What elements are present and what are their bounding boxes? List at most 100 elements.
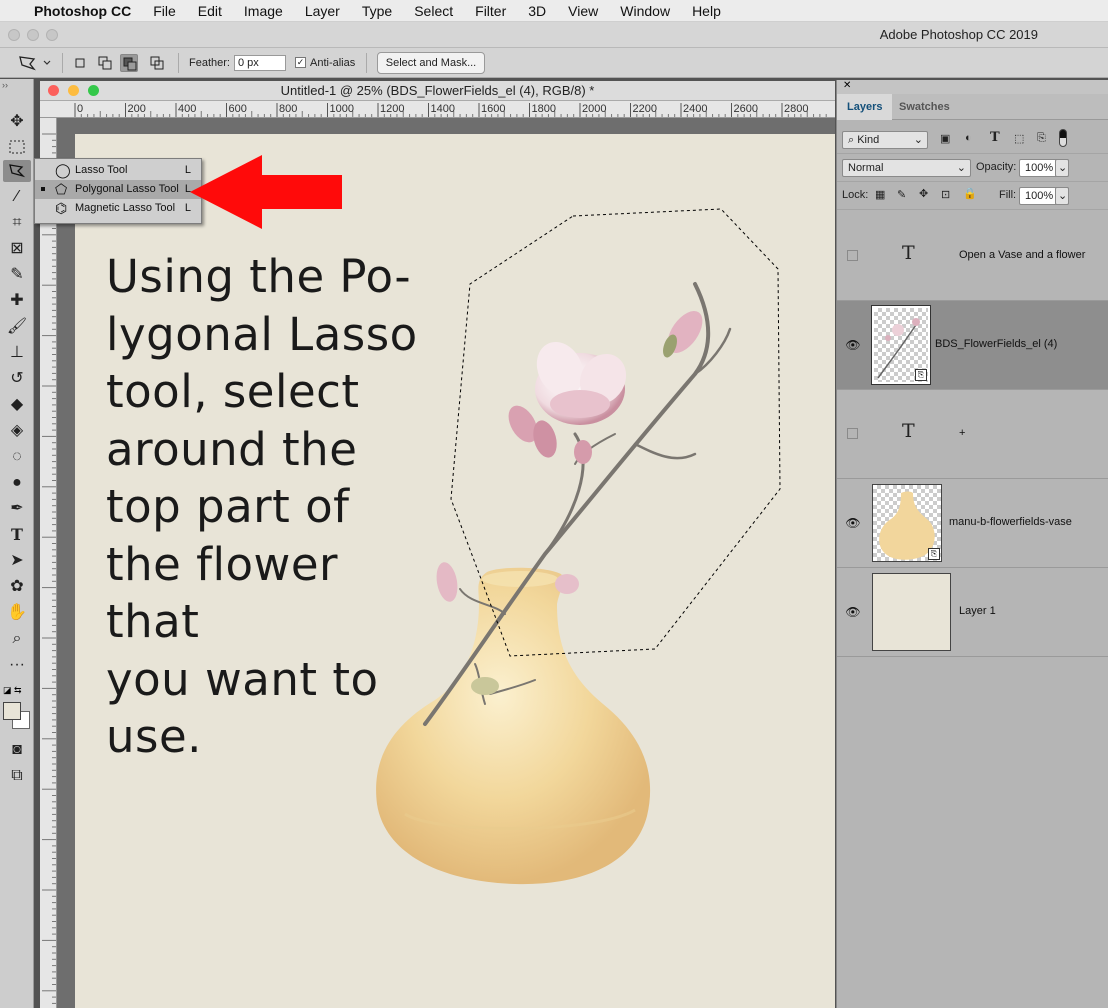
layer-row[interactable]: 👁 Layer 1 <box>837 568 1108 657</box>
menu-window[interactable]: Window <box>620 3 670 19</box>
window-minimize-button[interactable] <box>27 29 39 41</box>
layer-row[interactable]: T + <box>837 390 1108 479</box>
quick-mask-icon[interactable]: ◙ <box>3 739 31 761</box>
crop-tool-icon[interactable]: ⌗ <box>3 212 31 234</box>
visibility-toggle-off[interactable] <box>847 250 858 261</box>
menu-help[interactable]: Help <box>692 3 721 19</box>
menu-filter[interactable]: Filter <box>475 3 506 19</box>
visibility-toggle-off[interactable] <box>847 428 858 439</box>
filter-pixel-icon[interactable]: ▣ <box>940 132 950 145</box>
magic-wand-icon[interactable]: ⁄ <box>3 186 31 208</box>
ruler-tick-label: 800 <box>279 103 297 115</box>
lasso-tool-icon[interactable] <box>3 160 31 182</box>
frame-tool-icon[interactable]: ⊠ <box>3 238 31 260</box>
layer-thumbnail <box>872 573 951 651</box>
eraser-icon[interactable]: ◆ <box>3 394 31 416</box>
tab-swatches[interactable]: Swatches <box>889 94 960 120</box>
more-tools-icon[interactable]: ··· <box>3 654 31 676</box>
brush-tool-icon[interactable]: 🖌 <box>3 316 31 338</box>
layer-filter-row: ⌕ Kind ⌄ ▣ ◐ T ⬚ ⎘ <box>837 126 1108 154</box>
eye-icon[interactable]: 👁 <box>845 516 861 530</box>
layer-name[interactable]: manu-b-flowerfields-vase <box>949 516 1072 528</box>
lock-position-icon[interactable]: ✥ <box>919 187 928 200</box>
filter-type-icon[interactable]: T <box>990 130 1000 145</box>
default-colors-icon[interactable]: ◪ ⇆ <box>3 685 22 696</box>
lock-artboard-icon[interactable]: ⊡ <box>941 188 950 201</box>
window-close-button[interactable] <box>8 29 20 41</box>
healing-brush-icon[interactable]: ✚ <box>3 290 31 312</box>
fill-dropdown-button[interactable]: ⌄ <box>1055 187 1069 205</box>
menu-view[interactable]: View <box>568 3 598 19</box>
lock-transparent-icon[interactable]: ▦ <box>875 188 885 201</box>
eyedropper-icon[interactable]: ✎ <box>3 264 31 286</box>
flyout-polygonal-lasso-tool[interactable]: ⬠ Polygonal Lasso Tool L <box>35 180 201 199</box>
menu-file[interactable]: File <box>153 3 176 19</box>
pen-tool-icon[interactable]: ✒ <box>3 498 31 520</box>
lock-label: Lock: <box>842 189 869 201</box>
ruler-horizontal[interactable]: 0 200 400 600 800 1000 1200 1400 1600 1800 2000 220… <box>40 101 835 118</box>
dodge-tool-icon[interactable]: ● <box>3 472 31 494</box>
tab-layers[interactable]: Layers <box>837 94 893 120</box>
marquee-tool-icon[interactable] <box>3 136 31 158</box>
antialias-checkbox[interactable]: ✓ <box>295 57 306 68</box>
options-bar: Feather: 0 px ✓ Anti-alias Select and Ma… <box>0 48 1108 78</box>
paint-bucket-icon[interactable]: ◈ <box>3 420 31 442</box>
layer-name[interactable]: Layer 1 <box>959 605 996 617</box>
filter-shape-icon[interactable]: ⬚ <box>1014 132 1024 145</box>
menu-app-name[interactable]: Photoshop CC <box>34 3 131 19</box>
layer-row[interactable]: 👁 ⎘ BDS_FlowerFields_el (4) <box>837 301 1108 390</box>
layer-name[interactable]: BDS_FlowerFields_el (4) <box>935 338 1057 350</box>
flyout-magnetic-lasso-tool[interactable]: ⌬ Magnetic Lasso Tool L <box>35 199 201 218</box>
layer-name[interactable]: Open a Vase and a flower <box>959 249 1085 261</box>
filter-adjustment-icon[interactable]: ◐ <box>965 132 972 144</box>
layer-name[interactable]: + <box>959 427 965 439</box>
zoom-tool-icon[interactable]: ⌕ <box>3 628 31 650</box>
ruler-left-ticks <box>42 133 56 1004</box>
clone-stamp-icon[interactable]: ⊥ <box>3 342 31 364</box>
eye-icon[interactable]: 👁 <box>845 338 861 352</box>
chevron-down-icon: ⌄ <box>913 134 923 146</box>
path-selection-icon[interactable]: ➤ <box>3 550 31 572</box>
menu-type[interactable]: Type <box>362 3 392 19</box>
subtract-from-selection-icon[interactable] <box>120 54 138 72</box>
add-to-selection-icon[interactable] <box>96 54 114 72</box>
tool-preset-picker[interactable] <box>16 53 52 73</box>
filter-toggle-icon[interactable] <box>1059 129 1067 147</box>
instruction-line: the flower that <box>106 537 339 649</box>
history-brush-icon[interactable]: ↺ <box>3 368 31 390</box>
menu-3d[interactable]: 3D <box>528 3 546 19</box>
hand-tool-icon[interactable]: ✋ <box>3 602 31 624</box>
layer-row[interactable]: T Open a Vase and a flower <box>837 212 1108 301</box>
filter-smart-object-icon[interactable]: ⎘ <box>1037 132 1046 145</box>
blur-tool-icon[interactable]: ◌ <box>3 446 31 468</box>
type-tool-icon[interactable]: T <box>3 524 31 546</box>
menu-layer[interactable]: Layer <box>305 3 340 19</box>
menu-edit[interactable]: Edit <box>198 3 222 19</box>
filter-kind-dropdown[interactable]: ⌕ Kind ⌄ <box>842 131 928 149</box>
screen-mode-icon[interactable]: ⧉ <box>3 765 31 787</box>
custom-shape-icon[interactable]: ✿ <box>3 576 31 598</box>
close-panel-icon[interactable]: ✕ <box>843 80 851 91</box>
select-and-mask-button[interactable]: Select and Mask... <box>377 52 485 74</box>
flyout-lasso-tool[interactable]: ◯ Lasso Tool L <box>35 161 201 180</box>
feather-input[interactable]: 0 px <box>234 55 286 71</box>
antialias-label: Anti-alias <box>310 57 356 69</box>
intersect-selection-icon[interactable] <box>148 54 166 72</box>
layer-row[interactable]: 👁 ⎘ manu-b-flowerfields-vase <box>837 479 1108 568</box>
menu-select[interactable]: Select <box>414 3 453 19</box>
lock-all-icon[interactable]: 🔒 <box>963 187 977 200</box>
opacity-dropdown-button[interactable]: ⌄ <box>1055 159 1069 177</box>
menu-image[interactable]: Image <box>244 3 283 19</box>
ruler-vertical[interactable] <box>40 118 57 1008</box>
layers-panel: ✕ Layers Swatches ⌕ Kind ⌄ ▣ ◐ T ⬚ ⎘ Norm… <box>836 80 1108 1008</box>
move-tool-icon[interactable]: ✥ <box>3 111 31 133</box>
window-zoom-button[interactable] <box>46 29 58 41</box>
lock-row: Lock: ▦ ✎ ✥ ⊡ 🔒 Fill: 100% ⌄ <box>837 182 1108 210</box>
blend-mode-dropdown[interactable]: Normal ⌄ <box>842 159 971 177</box>
new-selection-icon[interactable] <box>71 54 89 72</box>
collapse-icon[interactable]: ›› <box>2 80 8 90</box>
document-tab: Untitled-1 @ 25% (BDS_FlowerFields_el (4… <box>40 81 835 101</box>
lock-image-icon[interactable]: ✎ <box>897 188 906 201</box>
foreground-color-swatch[interactable] <box>3 702 21 720</box>
eye-icon[interactable]: 👁 <box>845 605 861 619</box>
